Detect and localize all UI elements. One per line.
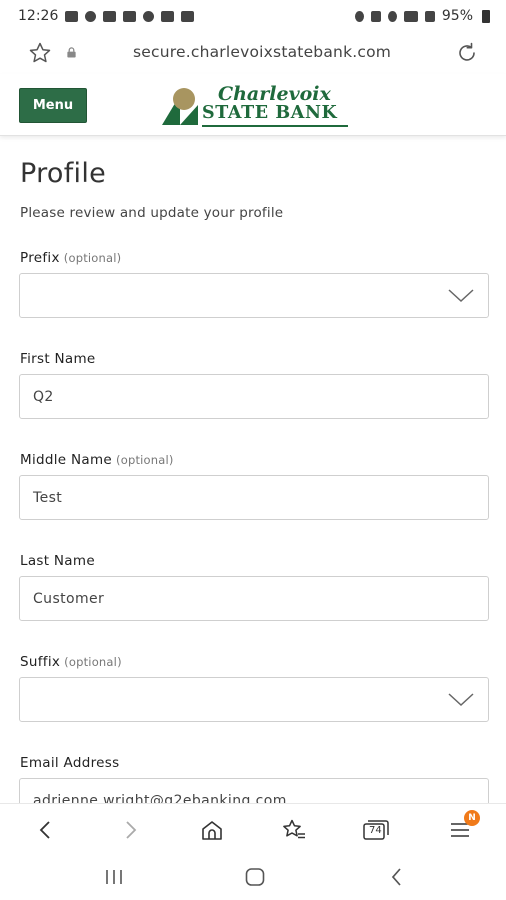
- android-nav-bar: [0, 853, 506, 900]
- logo-underline: [202, 125, 348, 127]
- person-notification-icon: [85, 10, 97, 22]
- browser-url-bar: secure.charlevoixstatebank.com: [0, 32, 506, 74]
- first-name-value: Q2: [33, 389, 54, 405]
- email-field[interactable]: adrienne.wright@q2ebanking.com: [19, 778, 489, 803]
- prefix-select[interactable]: [19, 273, 489, 318]
- tabs-button[interactable]: 74: [362, 816, 390, 844]
- browser-toolbar: 74 N: [0, 803, 506, 853]
- battery-icon: [482, 9, 490, 23]
- prefix-label: Prefix (optional): [20, 250, 121, 266]
- site-header: Menu Charlevoix STATE BANK: [0, 74, 506, 136]
- main-content: Profile Please review and update your pr…: [0, 137, 506, 803]
- forward-icon: [126, 821, 137, 839]
- menu-button[interactable]: Menu: [19, 88, 87, 123]
- status-time: 12:26: [18, 8, 59, 24]
- prefix-optional-text: (optional): [63, 251, 122, 265]
- mute-icon: [370, 10, 381, 22]
- status-right: 95%: [354, 8, 490, 24]
- last-name-label: Last Name: [20, 553, 95, 569]
- first-name-field[interactable]: Q2: [19, 374, 489, 419]
- suffix-label: Suffix (optional): [20, 654, 122, 670]
- last-name-label-text: Last Name: [20, 553, 95, 569]
- recent-apps-icon[interactable]: [102, 865, 126, 889]
- back-icon: [39, 821, 50, 839]
- middle-name-optional-text: (optional): [116, 453, 174, 467]
- middle-name-label: Middle Name (optional): [20, 452, 174, 468]
- last-name-value: Customer: [33, 591, 105, 607]
- back-nav-icon[interactable]: [385, 865, 409, 889]
- mail-notification-icon: [103, 10, 117, 22]
- page-subtitle: Please review and update your profile: [20, 205, 284, 221]
- logo-text-line2: STATE BANK: [202, 103, 338, 123]
- email-value: adrienne.wright@q2ebanking.com: [33, 793, 287, 803]
- last-name-field[interactable]: Customer: [19, 576, 489, 621]
- signal-icon: [424, 10, 435, 22]
- bookmark-star-icon[interactable]: [28, 41, 52, 65]
- chevron-down-icon: [448, 289, 474, 303]
- first-name-label: First Name: [20, 351, 96, 367]
- wifi-icon: [403, 10, 418, 22]
- home-button[interactable]: [198, 816, 226, 844]
- app-notification-icon: [123, 10, 137, 22]
- lock-icon: [67, 47, 76, 58]
- middle-name-field[interactable]: Test: [19, 475, 489, 520]
- bank-logo[interactable]: Charlevoix STATE BANK: [160, 81, 350, 131]
- url-text[interactable]: secure.charlevoixstatebank.com: [133, 43, 391, 61]
- suffix-label-text: Suffix: [20, 654, 61, 670]
- prefix-label-text: Prefix: [20, 250, 60, 266]
- home-icon: [202, 821, 222, 840]
- battery-percent: 95%: [441, 8, 473, 24]
- chevron-down-icon: [448, 693, 474, 707]
- menu-badge: N: [464, 810, 480, 826]
- bluetooth-icon: [354, 10, 364, 22]
- image-notification-icon: [161, 10, 175, 22]
- forward-button[interactable]: [116, 816, 144, 844]
- suffix-select[interactable]: [19, 677, 489, 722]
- tool-notification-icon: [143, 10, 155, 22]
- reload-icon[interactable]: [454, 40, 480, 66]
- page-title: Profile: [20, 158, 107, 189]
- status-left: 12:26: [18, 8, 195, 24]
- status-bar: 12:26 95%: [0, 0, 506, 32]
- bookmarks-button[interactable]: [280, 816, 308, 844]
- app2-notification-icon: [181, 10, 195, 22]
- home-nav-icon[interactable]: [243, 865, 267, 889]
- logo-mark-icon: [162, 88, 198, 125]
- email-label: Email Address: [20, 755, 119, 771]
- suffix-optional-text: (optional): [64, 655, 122, 669]
- first-name-label-text: First Name: [20, 351, 96, 367]
- middle-name-value: Test: [33, 490, 63, 506]
- email-label-text: Email Address: [20, 755, 120, 771]
- browser-menu-button[interactable]: N: [446, 810, 480, 844]
- logo-text-line1: Charlevoix: [218, 83, 331, 105]
- bookmarks-icon: [283, 819, 305, 839]
- message-notification-icon: [65, 10, 79, 22]
- middle-name-label-text: Middle Name: [20, 452, 113, 468]
- back-button[interactable]: [32, 816, 60, 844]
- location-icon: [387, 10, 397, 22]
- tab-count: 74: [369, 825, 382, 836]
